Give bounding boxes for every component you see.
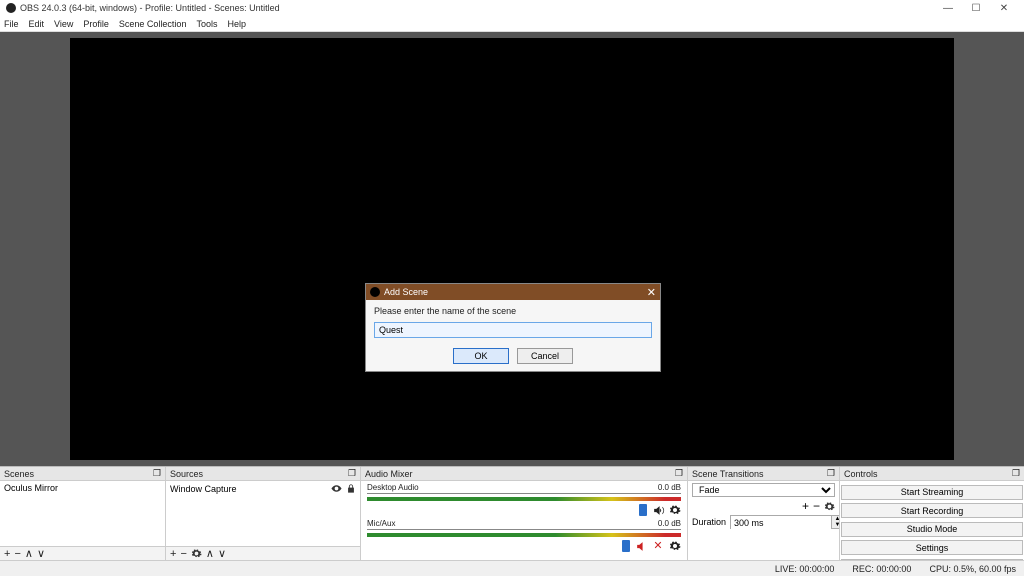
- add-source-button[interactable]: +: [170, 548, 176, 560]
- start-recording-button[interactable]: Start Recording: [841, 503, 1023, 518]
- menu-view[interactable]: View: [54, 19, 73, 29]
- app-icon: [6, 3, 16, 13]
- menu-help[interactable]: Help: [227, 19, 246, 29]
- dialog-title-text: Add Scene: [384, 287, 428, 297]
- duration-step-down[interactable]: ▼: [831, 522, 839, 528]
- sources-popout-icon[interactable]: ❐: [348, 468, 356, 479]
- source-down-button[interactable]: ∨: [218, 547, 226, 560]
- cancel-button[interactable]: Cancel: [517, 348, 573, 364]
- track-db: 0.0 dB: [658, 519, 681, 528]
- window-title: OBS 24.0.3 (64-bit, windows) - Profile: …: [20, 3, 280, 13]
- dialog-close-button[interactable]: ✕: [647, 286, 656, 299]
- minimize-button[interactable]: —: [934, 3, 962, 14]
- transition-settings-icon[interactable]: [824, 501, 835, 512]
- sources-panel-title: Sources: [170, 469, 203, 479]
- speaker-icon[interactable]: [652, 504, 664, 517]
- scenes-panel-title: Scenes: [4, 469, 34, 479]
- scene-item[interactable]: Oculus Mirror: [0, 481, 165, 495]
- add-scene-dialog: Add Scene ✕ Please enter the name of the…: [365, 283, 661, 372]
- scene-down-button[interactable]: ∨: [37, 547, 45, 560]
- scene-name-input[interactable]: [374, 322, 652, 338]
- status-rec: REC: 00:00:00: [852, 564, 911, 574]
- status-bar: LIVE: 00:00:00 REC: 00:00:00 CPU: 0.5%, …: [0, 560, 1024, 576]
- source-up-button[interactable]: ∧: [206, 547, 214, 560]
- track-name: Desktop Audio: [367, 483, 419, 492]
- start-streaming-button[interactable]: Start Streaming: [841, 485, 1023, 500]
- source-item[interactable]: Window Capture: [166, 481, 360, 496]
- maximize-button[interactable]: ☐: [962, 3, 990, 14]
- transition-select[interactable]: Fade: [692, 483, 835, 497]
- scenes-panel: Scenes ❐ Oculus Mirror + − ∧ ∨: [0, 467, 166, 560]
- dialog-titlebar[interactable]: Add Scene ✕: [366, 284, 660, 300]
- duration-input[interactable]: [731, 516, 831, 530]
- controls-popout-icon[interactable]: ❐: [1012, 468, 1020, 479]
- track-name: Mic/Aux: [367, 519, 395, 528]
- volume-meter: [367, 493, 681, 501]
- scenes-popout-icon[interactable]: ❐: [153, 468, 161, 479]
- bottom-panels: Scenes ❐ Oculus Mirror + − ∧ ∨ Sources ❐…: [0, 466, 1024, 560]
- remove-source-button[interactable]: −: [180, 548, 186, 560]
- lock-icon[interactable]: [346, 483, 356, 494]
- track-db: 0.0 dB: [658, 483, 681, 492]
- transitions-panel-title: Scene Transitions: [692, 469, 764, 479]
- track-settings-icon[interactable]: [669, 504, 681, 516]
- scenes-list[interactable]: Oculus Mirror: [0, 481, 165, 546]
- duration-label: Duration: [692, 517, 726, 527]
- preview-area: Add Scene ✕ Please enter the name of the…: [0, 32, 1024, 466]
- menu-edit[interactable]: Edit: [29, 19, 45, 29]
- source-settings-button[interactable]: [191, 548, 202, 559]
- add-transition-button[interactable]: +: [802, 499, 809, 513]
- muted-speaker-icon[interactable]: [635, 540, 647, 553]
- volume-slider[interactable]: [639, 504, 647, 516]
- mixer-body: Desktop Audio 0.0 dB: [361, 481, 687, 560]
- sources-panel: Sources ❐ Window Capture + −: [166, 467, 361, 560]
- settings-button[interactable]: Settings: [841, 540, 1023, 555]
- mute-x-icon[interactable]: ✕: [652, 540, 664, 552]
- window-titlebar: OBS 24.0.3 (64-bit, windows) - Profile: …: [0, 0, 1024, 16]
- controls-panel: Controls ❐ Start Streaming Start Recordi…: [840, 467, 1024, 560]
- mixer-popout-icon[interactable]: ❐: [675, 468, 683, 479]
- volume-slider[interactable]: [622, 540, 630, 552]
- source-item-label: Window Capture: [170, 484, 237, 494]
- menu-scene-collection[interactable]: Scene Collection: [119, 19, 187, 29]
- menu-tools[interactable]: Tools: [196, 19, 217, 29]
- menubar: File Edit View Profile Scene Collection …: [0, 16, 1024, 32]
- menu-profile[interactable]: Profile: [83, 19, 109, 29]
- dialog-icon: [370, 287, 380, 297]
- visibility-icon[interactable]: [331, 483, 342, 494]
- close-button[interactable]: ✕: [990, 3, 1018, 14]
- sources-list[interactable]: Window Capture: [166, 481, 360, 546]
- mixer-panel-title: Audio Mixer: [365, 469, 413, 479]
- scene-item-label: Oculus Mirror: [4, 483, 58, 493]
- transitions-panel: Scene Transitions ❐ Fade + − Duration: [688, 467, 840, 560]
- remove-scene-button[interactable]: −: [14, 548, 20, 560]
- status-live: LIVE: 00:00:00: [775, 564, 835, 574]
- audio-track: Desktop Audio 0.0 dB: [361, 481, 687, 517]
- volume-meter: [367, 529, 681, 537]
- studio-mode-button[interactable]: Studio Mode: [841, 522, 1023, 537]
- remove-transition-button[interactable]: −: [813, 499, 820, 513]
- menu-file[interactable]: File: [4, 19, 19, 29]
- audio-mixer-panel: Audio Mixer ❐ Desktop Audio 0.0 dB: [361, 467, 688, 560]
- controls-panel-title: Controls: [844, 469, 878, 479]
- dialog-prompt: Please enter the name of the scene: [374, 306, 652, 316]
- ok-button[interactable]: OK: [453, 348, 509, 364]
- add-scene-button[interactable]: +: [4, 548, 10, 560]
- scene-up-button[interactable]: ∧: [25, 547, 33, 560]
- track-settings-icon[interactable]: [669, 540, 681, 552]
- preview-canvas[interactable]: [70, 38, 954, 460]
- status-cpu: CPU: 0.5%, 60.00 fps: [929, 564, 1016, 574]
- audio-track: Mic/Aux 0.0 dB ✕: [361, 517, 687, 553]
- transitions-popout-icon[interactable]: ❐: [827, 468, 835, 479]
- exit-button[interactable]: Exit: [841, 559, 1023, 561]
